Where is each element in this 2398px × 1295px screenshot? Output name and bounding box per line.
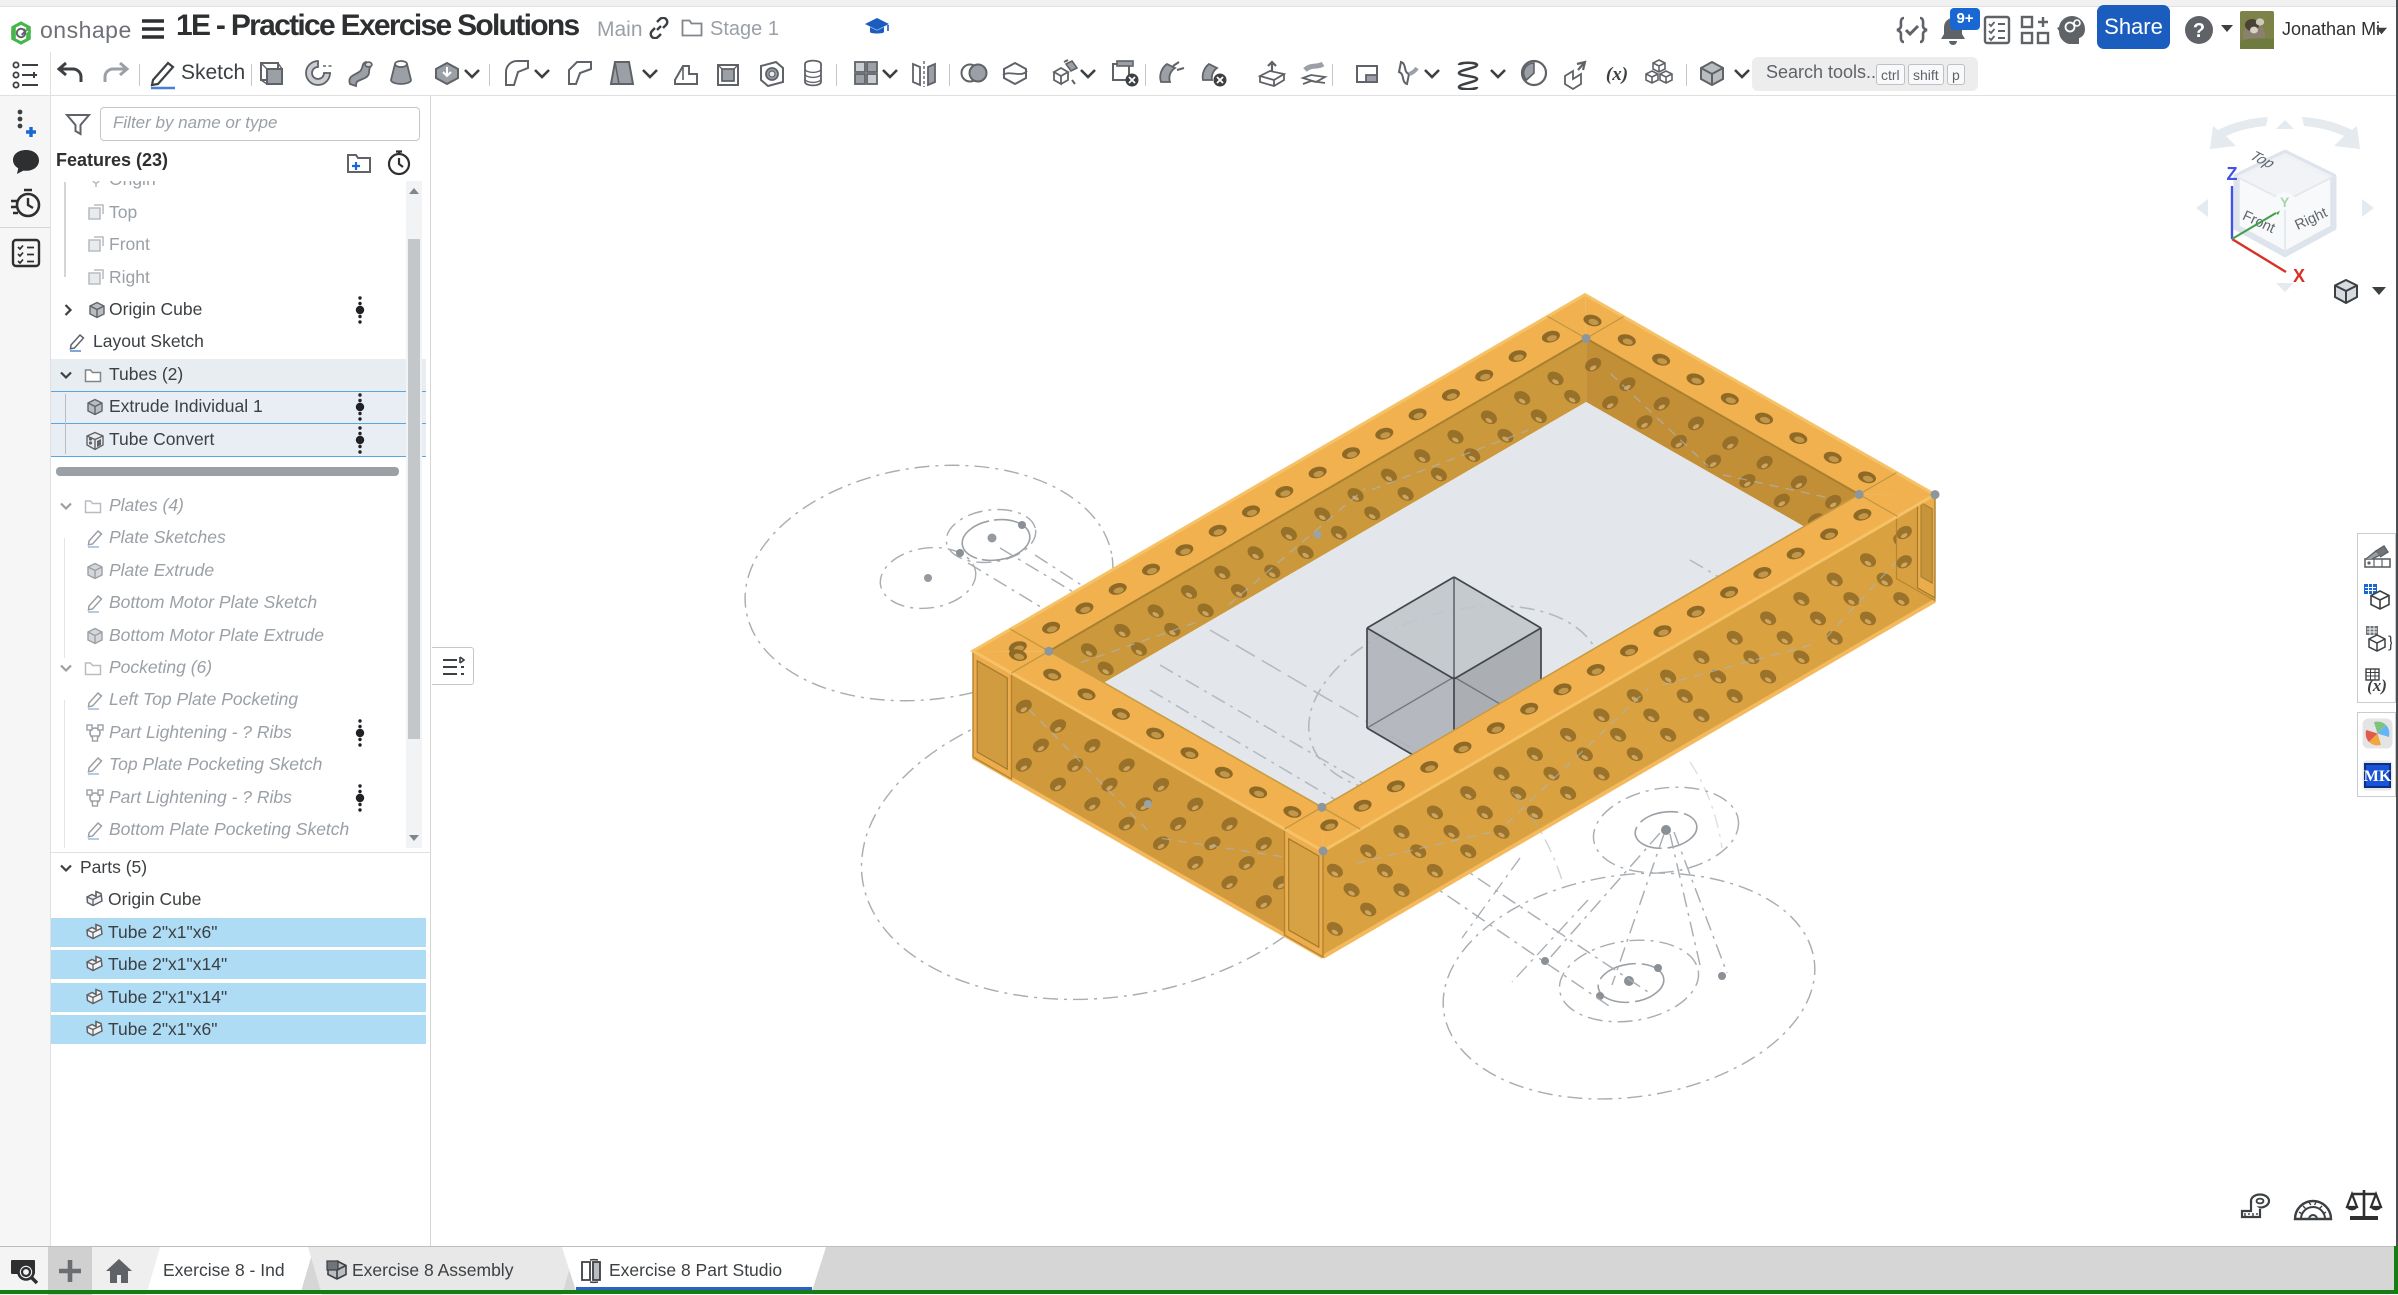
svg-text:Z: Z bbox=[2227, 164, 2238, 184]
svg-text:(x): (x) bbox=[1606, 64, 1628, 85]
svg-text:MK: MK bbox=[2364, 768, 2392, 785]
svg-text:Y: Y bbox=[2280, 194, 2290, 210]
svg-text:(x): (x) bbox=[2367, 676, 2387, 695]
svg-text:?: ? bbox=[2193, 20, 2205, 42]
svg-text:X: X bbox=[2293, 266, 2305, 286]
svg-text:}: } bbox=[2388, 634, 2392, 651]
